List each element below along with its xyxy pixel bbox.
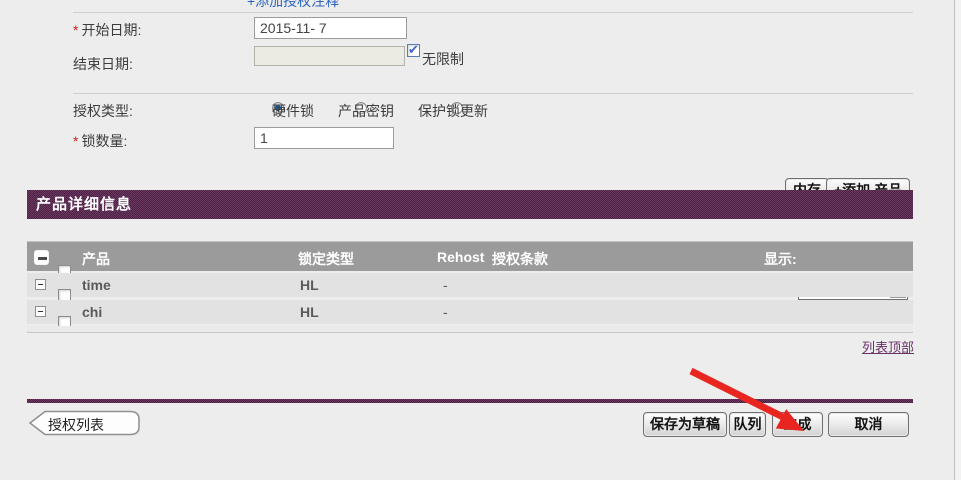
table-header: 产品 锁定类型 Rehost 授权条款 显示: 可配置的 — [27, 241, 913, 271]
lock-count-label-text: 锁数量: — [81, 133, 127, 149]
product-details-bar: 产品详细信息 — [27, 190, 913, 219]
end-date-label: 结束日期: — [73, 54, 133, 74]
col-rehost: Rehost — [437, 249, 484, 265]
lock-count-input[interactable] — [254, 127, 394, 149]
lock-count-label: *锁数量: — [73, 131, 127, 151]
collapse-row-icon[interactable] — [35, 306, 46, 317]
product-details-title: 产品详细信息 — [27, 190, 913, 219]
product-name: time — [82, 277, 111, 293]
col-product: 产品 — [82, 249, 110, 269]
lock-type-value: HL — [300, 277, 319, 293]
generate-button[interactable]: 生成 — [772, 412, 823, 437]
rehost-value: - — [443, 304, 448, 320]
back-button-label: 授权列表 — [48, 415, 104, 435]
show-label: 显示: — [764, 249, 797, 269]
radio-hardware-lock-label: 硬件锁 — [272, 101, 314, 121]
table-bottom-border — [27, 332, 913, 333]
col-lock-type: 锁定类型 — [298, 249, 354, 269]
table-row[interactable]: chi HL - — [27, 300, 913, 324]
required-marker: * — [73, 133, 78, 149]
lock-type-value: HL — [300, 304, 319, 320]
product-name: chi — [82, 304, 102, 320]
start-date-input[interactable] — [254, 17, 407, 39]
start-date-label-text: 开始日期: — [81, 22, 141, 38]
queue-button[interactable]: 队列 — [729, 412, 766, 437]
rehost-value: - — [443, 277, 448, 293]
save-draft-button[interactable]: 保存为草稿 — [643, 412, 727, 437]
col-terms: 授权条款 — [492, 249, 548, 269]
table-row[interactable]: time HL - — [27, 273, 913, 297]
page: +添加授权注释 *开始日期: 结束日期: 无限制 授权类型: 硬件锁 产品密钥 … — [0, 0, 961, 480]
radio-product-key-label: 产品密钥 — [338, 101, 394, 121]
cancel-button[interactable]: 取消 — [828, 412, 909, 437]
start-date-label: *开始日期: — [73, 20, 141, 40]
required-marker: * — [73, 22, 78, 38]
end-date-input — [254, 46, 405, 66]
unlimited-checkbox[interactable] — [407, 44, 420, 57]
red-arrow-annotation — [0, 0, 961, 480]
collapse-all-icon[interactable] — [34, 250, 49, 265]
window-edge — [954, 0, 961, 480]
add-license-note-link[interactable]: +添加授权注释 — [247, 0, 339, 11]
list-top-link[interactable]: 列表顶部 — [862, 337, 914, 356]
auth-type-label: 授权类型: — [73, 101, 133, 121]
footer-divider — [27, 399, 913, 403]
radio-dongle-update-label: 保护锁更新 — [418, 101, 488, 121]
divider — [73, 12, 913, 13]
divider — [73, 93, 913, 94]
back-to-license-list-button[interactable]: 授权列表 — [28, 410, 142, 436]
collapse-row-icon[interactable] — [35, 279, 46, 290]
unlimited-label: 无限制 — [422, 49, 464, 69]
